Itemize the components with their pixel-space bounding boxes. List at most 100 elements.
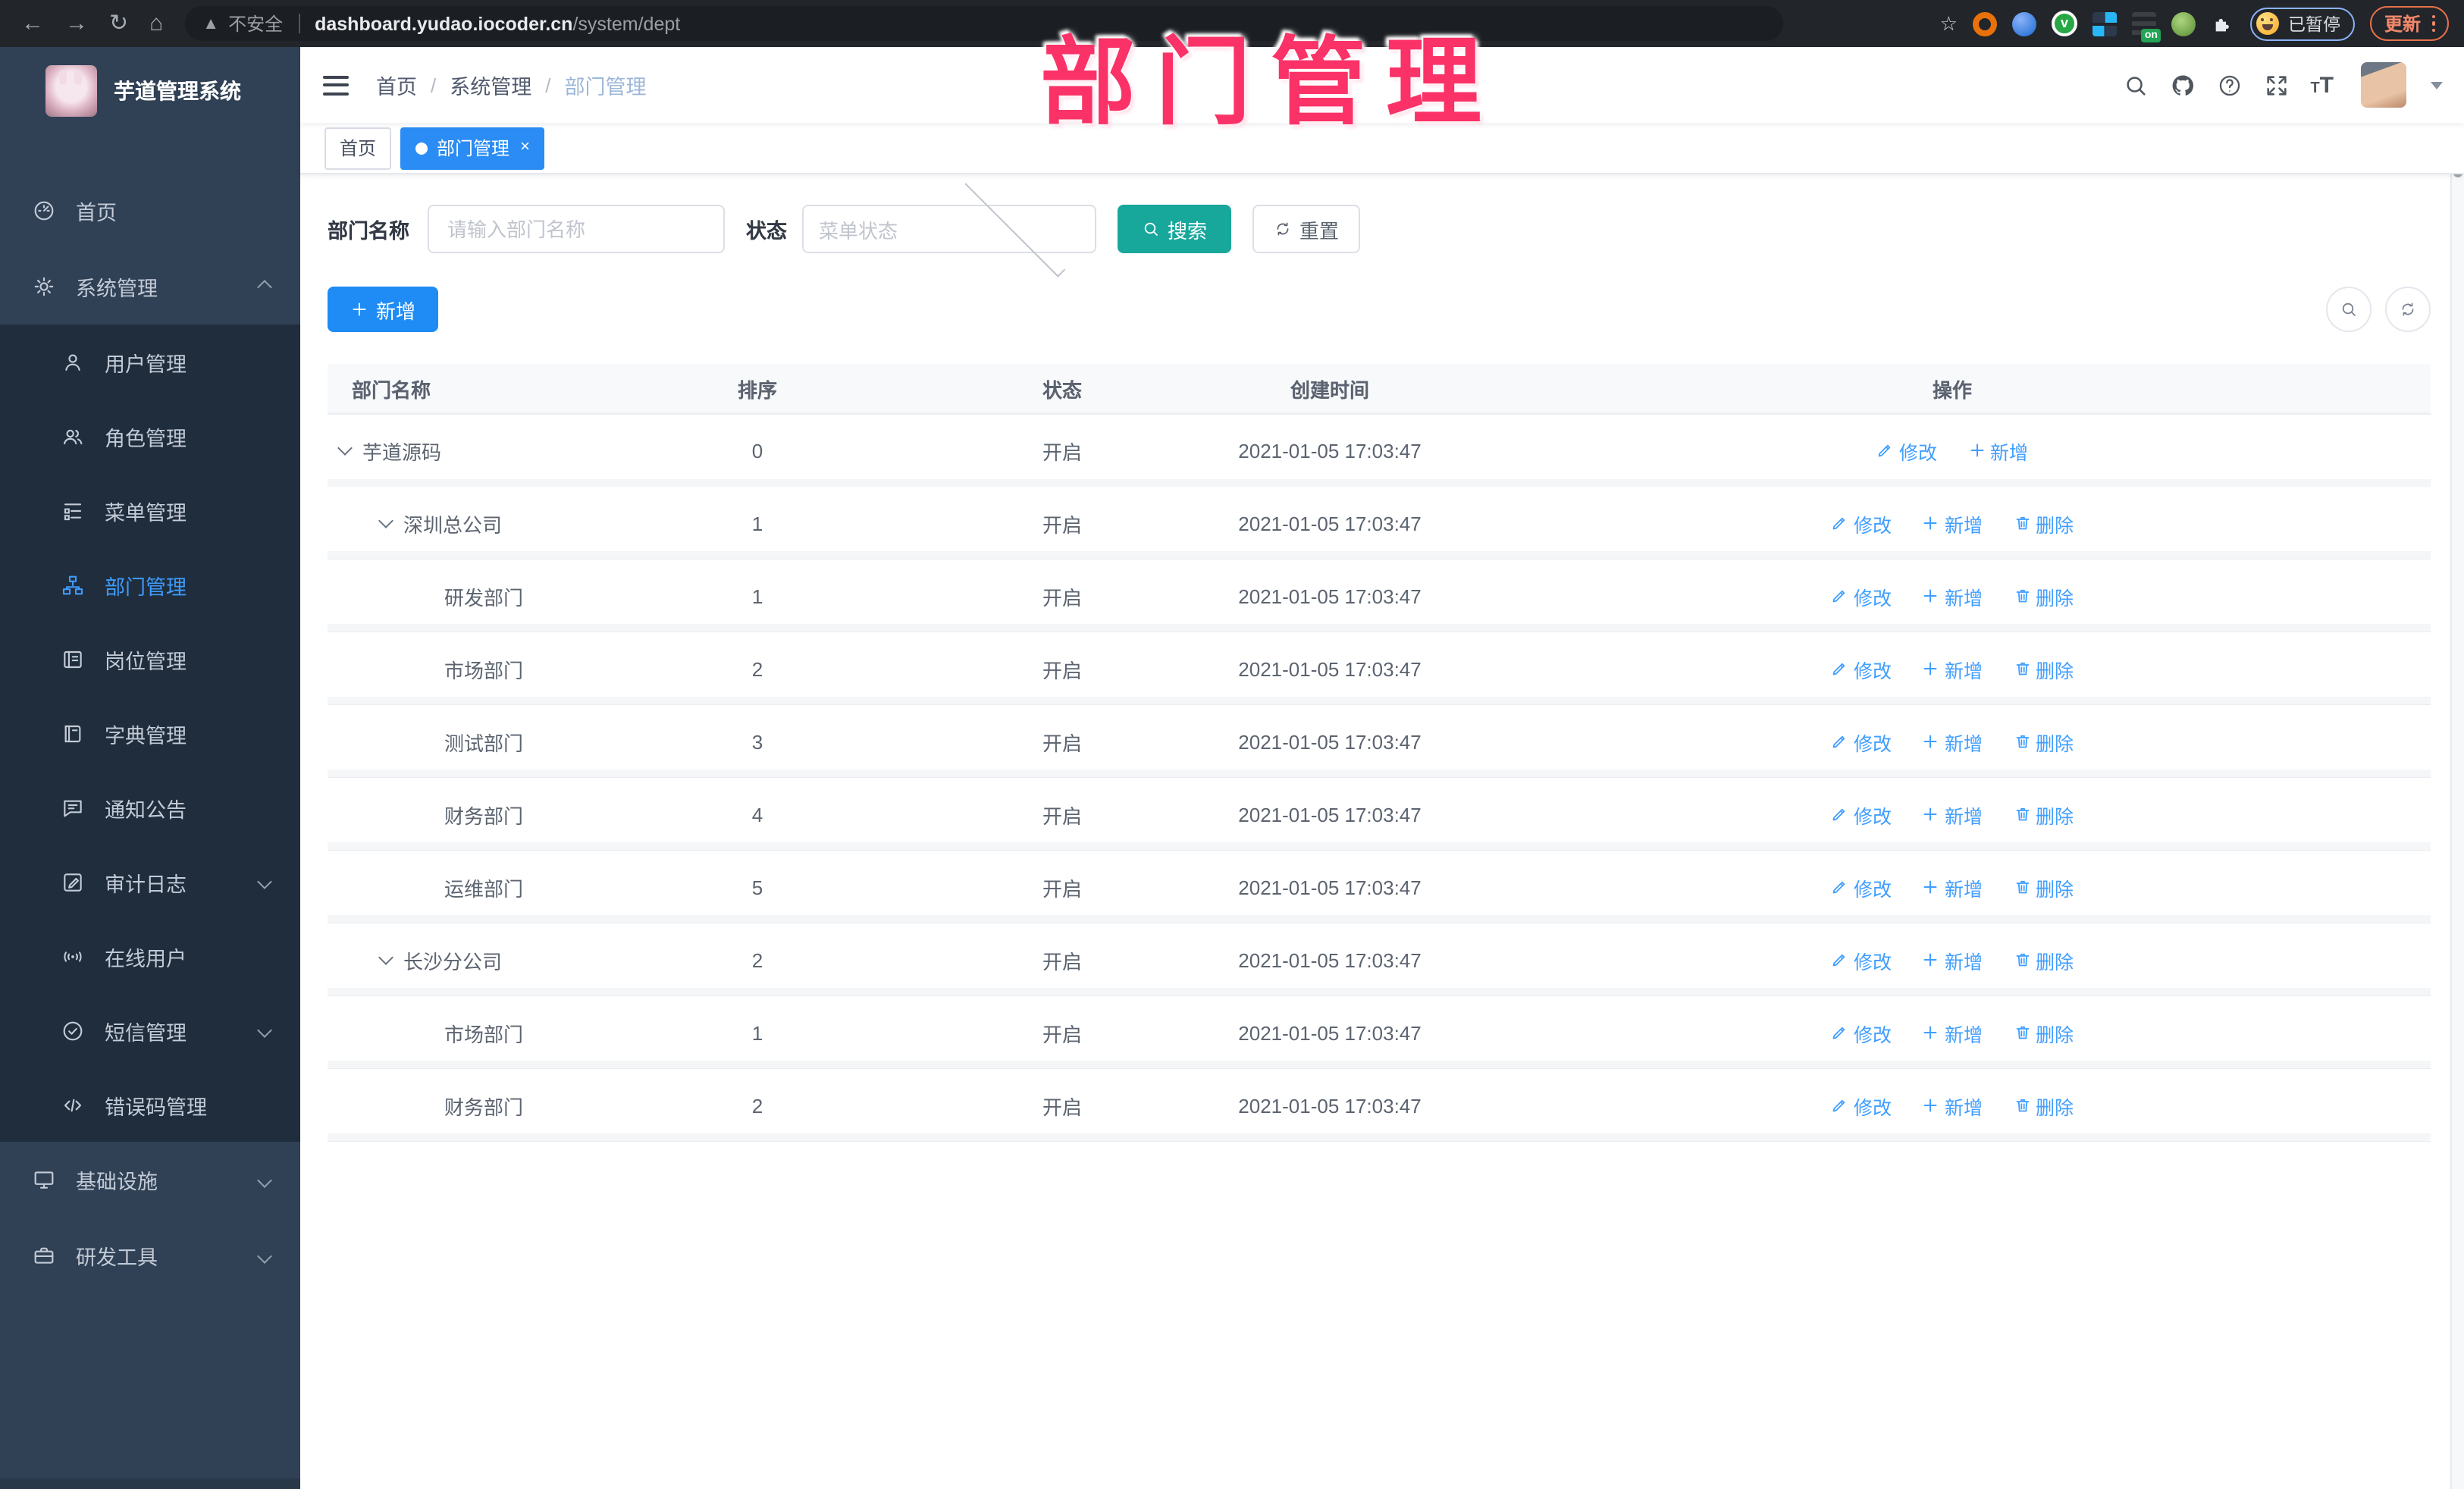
chevron-icon — [257, 279, 272, 294]
sidebar-collapse-icon[interactable] — [323, 75, 349, 95]
row-action-trash[interactable]: 删除 — [2013, 945, 2074, 974]
sidebar-item-3[interactable]: 角色管理 — [0, 399, 300, 473]
active-dot-icon — [415, 142, 428, 154]
extensions-puzzle-icon[interactable] — [2211, 11, 2235, 36]
app-logo-row[interactable]: 芋道管理系统 — [0, 47, 300, 133]
github-icon[interactable] — [2169, 72, 2195, 98]
row-action-edit[interactable]: 修改 — [1831, 509, 1892, 538]
row-action-trash[interactable]: 删除 — [2013, 800, 2074, 829]
row-action-plus[interactable]: 新增 — [1922, 800, 1983, 829]
browser-back-icon[interactable]: ← — [21, 12, 44, 35]
row-action-trash[interactable]: 删除 — [2013, 727, 2074, 756]
sidebar-item-6[interactable]: 岗位管理 — [0, 622, 300, 696]
toggle-search-button[interactable] — [2326, 287, 2372, 332]
browser-update-button[interactable]: 更新 — [2370, 6, 2449, 41]
refresh-table-button[interactable] — [2385, 287, 2431, 332]
sidebar-item-0[interactable]: 首页 — [0, 173, 300, 249]
row-action-trash[interactable]: 删除 — [2013, 1018, 2074, 1047]
row-action-trash[interactable]: 删除 — [2013, 581, 2074, 610]
add-button[interactable]: 新增 — [328, 287, 439, 332]
row-action-edit[interactable]: 修改 — [1831, 800, 1892, 829]
browser-reload-icon[interactable]: ↻ — [109, 12, 128, 35]
expand-arrow-icon[interactable] — [378, 950, 393, 965]
row-action-plus[interactable]: 新增 — [1922, 654, 1983, 683]
extension-icon[interactable] — [1972, 11, 1997, 36]
trash-icon — [2015, 735, 2029, 748]
row-action-edit[interactable]: 修改 — [1831, 1091, 1892, 1120]
row-action-plus[interactable]: 新增 — [1922, 509, 1983, 538]
annotation-watermark: 部门管理 — [1040, 30, 1501, 136]
dept-name-input[interactable] — [428, 205, 725, 253]
page-scrollbar[interactable] — [2450, 47, 2464, 1489]
row-action-edit[interactable]: 修改 — [1831, 945, 1892, 974]
avatar-caret-icon[interactable] — [2431, 81, 2443, 89]
trash-icon — [2015, 807, 2029, 821]
not-secure-warning-icon: ▲ — [202, 14, 220, 33]
bookmark-star-icon[interactable]: ☆ — [1940, 11, 1958, 36]
row-action-edit[interactable]: 修改 — [1831, 581, 1892, 610]
browser-menu-icon[interactable] — [2431, 14, 2435, 33]
row-action-plus[interactable]: 新增 — [1922, 1018, 1983, 1047]
tag-home[interactable]: 首页 — [324, 127, 392, 169]
breadcrumb-home[interactable]: 首页 — [376, 70, 417, 100]
row-action-edit[interactable]: 修改 — [1831, 727, 1892, 756]
row-action-plus[interactable]: 新增 — [1967, 436, 2028, 465]
font-size-icon[interactable]: TT — [2310, 74, 2334, 96]
sidebar-item-11[interactable]: 短信管理 — [0, 993, 300, 1067]
sidebar-item-14[interactable]: 研发工具 — [0, 1218, 300, 1293]
breadcrumb-system[interactable]: 系统管理 — [450, 70, 531, 100]
sidebar-item-1[interactable]: 系统管理 — [0, 249, 300, 324]
expand-arrow-icon[interactable] — [378, 513, 393, 528]
col-header-status: 状态 — [939, 364, 1186, 414]
trash-icon — [2015, 1026, 2029, 1039]
row-action-plus[interactable]: 新增 — [1922, 873, 1983, 901]
dashboard-icon — [32, 199, 56, 223]
extension-icon[interactable] — [2092, 11, 2117, 36]
sidebar-item-10[interactable]: 在线用户 — [0, 919, 300, 993]
reset-button[interactable]: 重置 — [1252, 205, 1361, 253]
row-action-edit[interactable]: 修改 — [1831, 1018, 1892, 1047]
expand-arrow-icon[interactable] — [337, 440, 353, 456]
row-action-plus[interactable]: 新增 — [1922, 727, 1983, 756]
sidebar-item-7[interactable]: 字典管理 — [0, 696, 300, 770]
row-action-plus[interactable]: 新增 — [1922, 1091, 1983, 1120]
row-action-trash[interactable]: 删除 — [2013, 654, 2074, 683]
header-search-icon[interactable] — [2122, 72, 2148, 98]
row-action-trash[interactable]: 删除 — [2013, 873, 2074, 901]
row-action-edit[interactable]: 修改 — [1831, 873, 1892, 901]
extension-icon[interactable] — [2011, 11, 2036, 36]
tag-dept-active[interactable]: 部门管理 × — [400, 127, 545, 169]
row-action-trash[interactable]: 删除 — [2013, 1091, 2074, 1120]
sidebar-item-8[interactable]: 通知公告 — [0, 770, 300, 845]
row-action-edit[interactable]: 修改 — [1831, 654, 1892, 683]
url-host: dashboard.yudao.iocoder.cn — [315, 13, 573, 34]
row-action-trash[interactable]: 删除 — [2013, 509, 2074, 538]
browser-home-icon[interactable]: ⌂ — [149, 12, 163, 35]
extension-icon[interactable]: on — [2131, 11, 2161, 42]
sidebar-item-4[interactable]: 菜单管理 — [0, 473, 300, 547]
row-action-plus[interactable]: 新增 — [1922, 945, 1983, 974]
extension-icon[interactable] — [2171, 11, 2196, 36]
dept-icon — [61, 572, 85, 597]
user-avatar[interactable] — [2361, 62, 2406, 108]
sidebar-item-9[interactable]: 审计日志 — [0, 845, 300, 919]
row-action-edit[interactable]: 修改 — [1876, 436, 1937, 465]
help-icon[interactable] — [2216, 72, 2242, 98]
extension-icon[interactable]: v — [2051, 11, 2077, 36]
sidebar-item-12[interactable]: 错误码管理 — [0, 1067, 300, 1142]
close-tag-icon[interactable]: × — [520, 139, 530, 156]
profile-paused-badge[interactable]: 已暂停 — [2249, 7, 2356, 40]
sidebar-item-2[interactable]: 用户管理 — [0, 324, 300, 399]
address-bar[interactable]: ▲ 不安全 dashboard.yudao.iocoder.cn /system… — [184, 6, 1783, 41]
status-cell: 开启 — [939, 632, 1186, 705]
sidebar-item-13[interactable]: 基础设施 — [0, 1142, 300, 1218]
row-action-plus[interactable]: 新增 — [1922, 581, 1983, 610]
status-select[interactable]: 菜单状态 — [802, 176, 1096, 277]
search-icon — [1144, 222, 1158, 236]
chevron-icon — [257, 1248, 272, 1263]
browser-forward-icon[interactable]: → — [65, 12, 88, 35]
sidebar-item-5[interactable]: 部门管理 — [0, 547, 300, 622]
search-button[interactable]: 搜索 — [1118, 205, 1232, 253]
edit-icon — [1833, 1027, 1846, 1039]
fullscreen-icon[interactable] — [2263, 72, 2289, 98]
